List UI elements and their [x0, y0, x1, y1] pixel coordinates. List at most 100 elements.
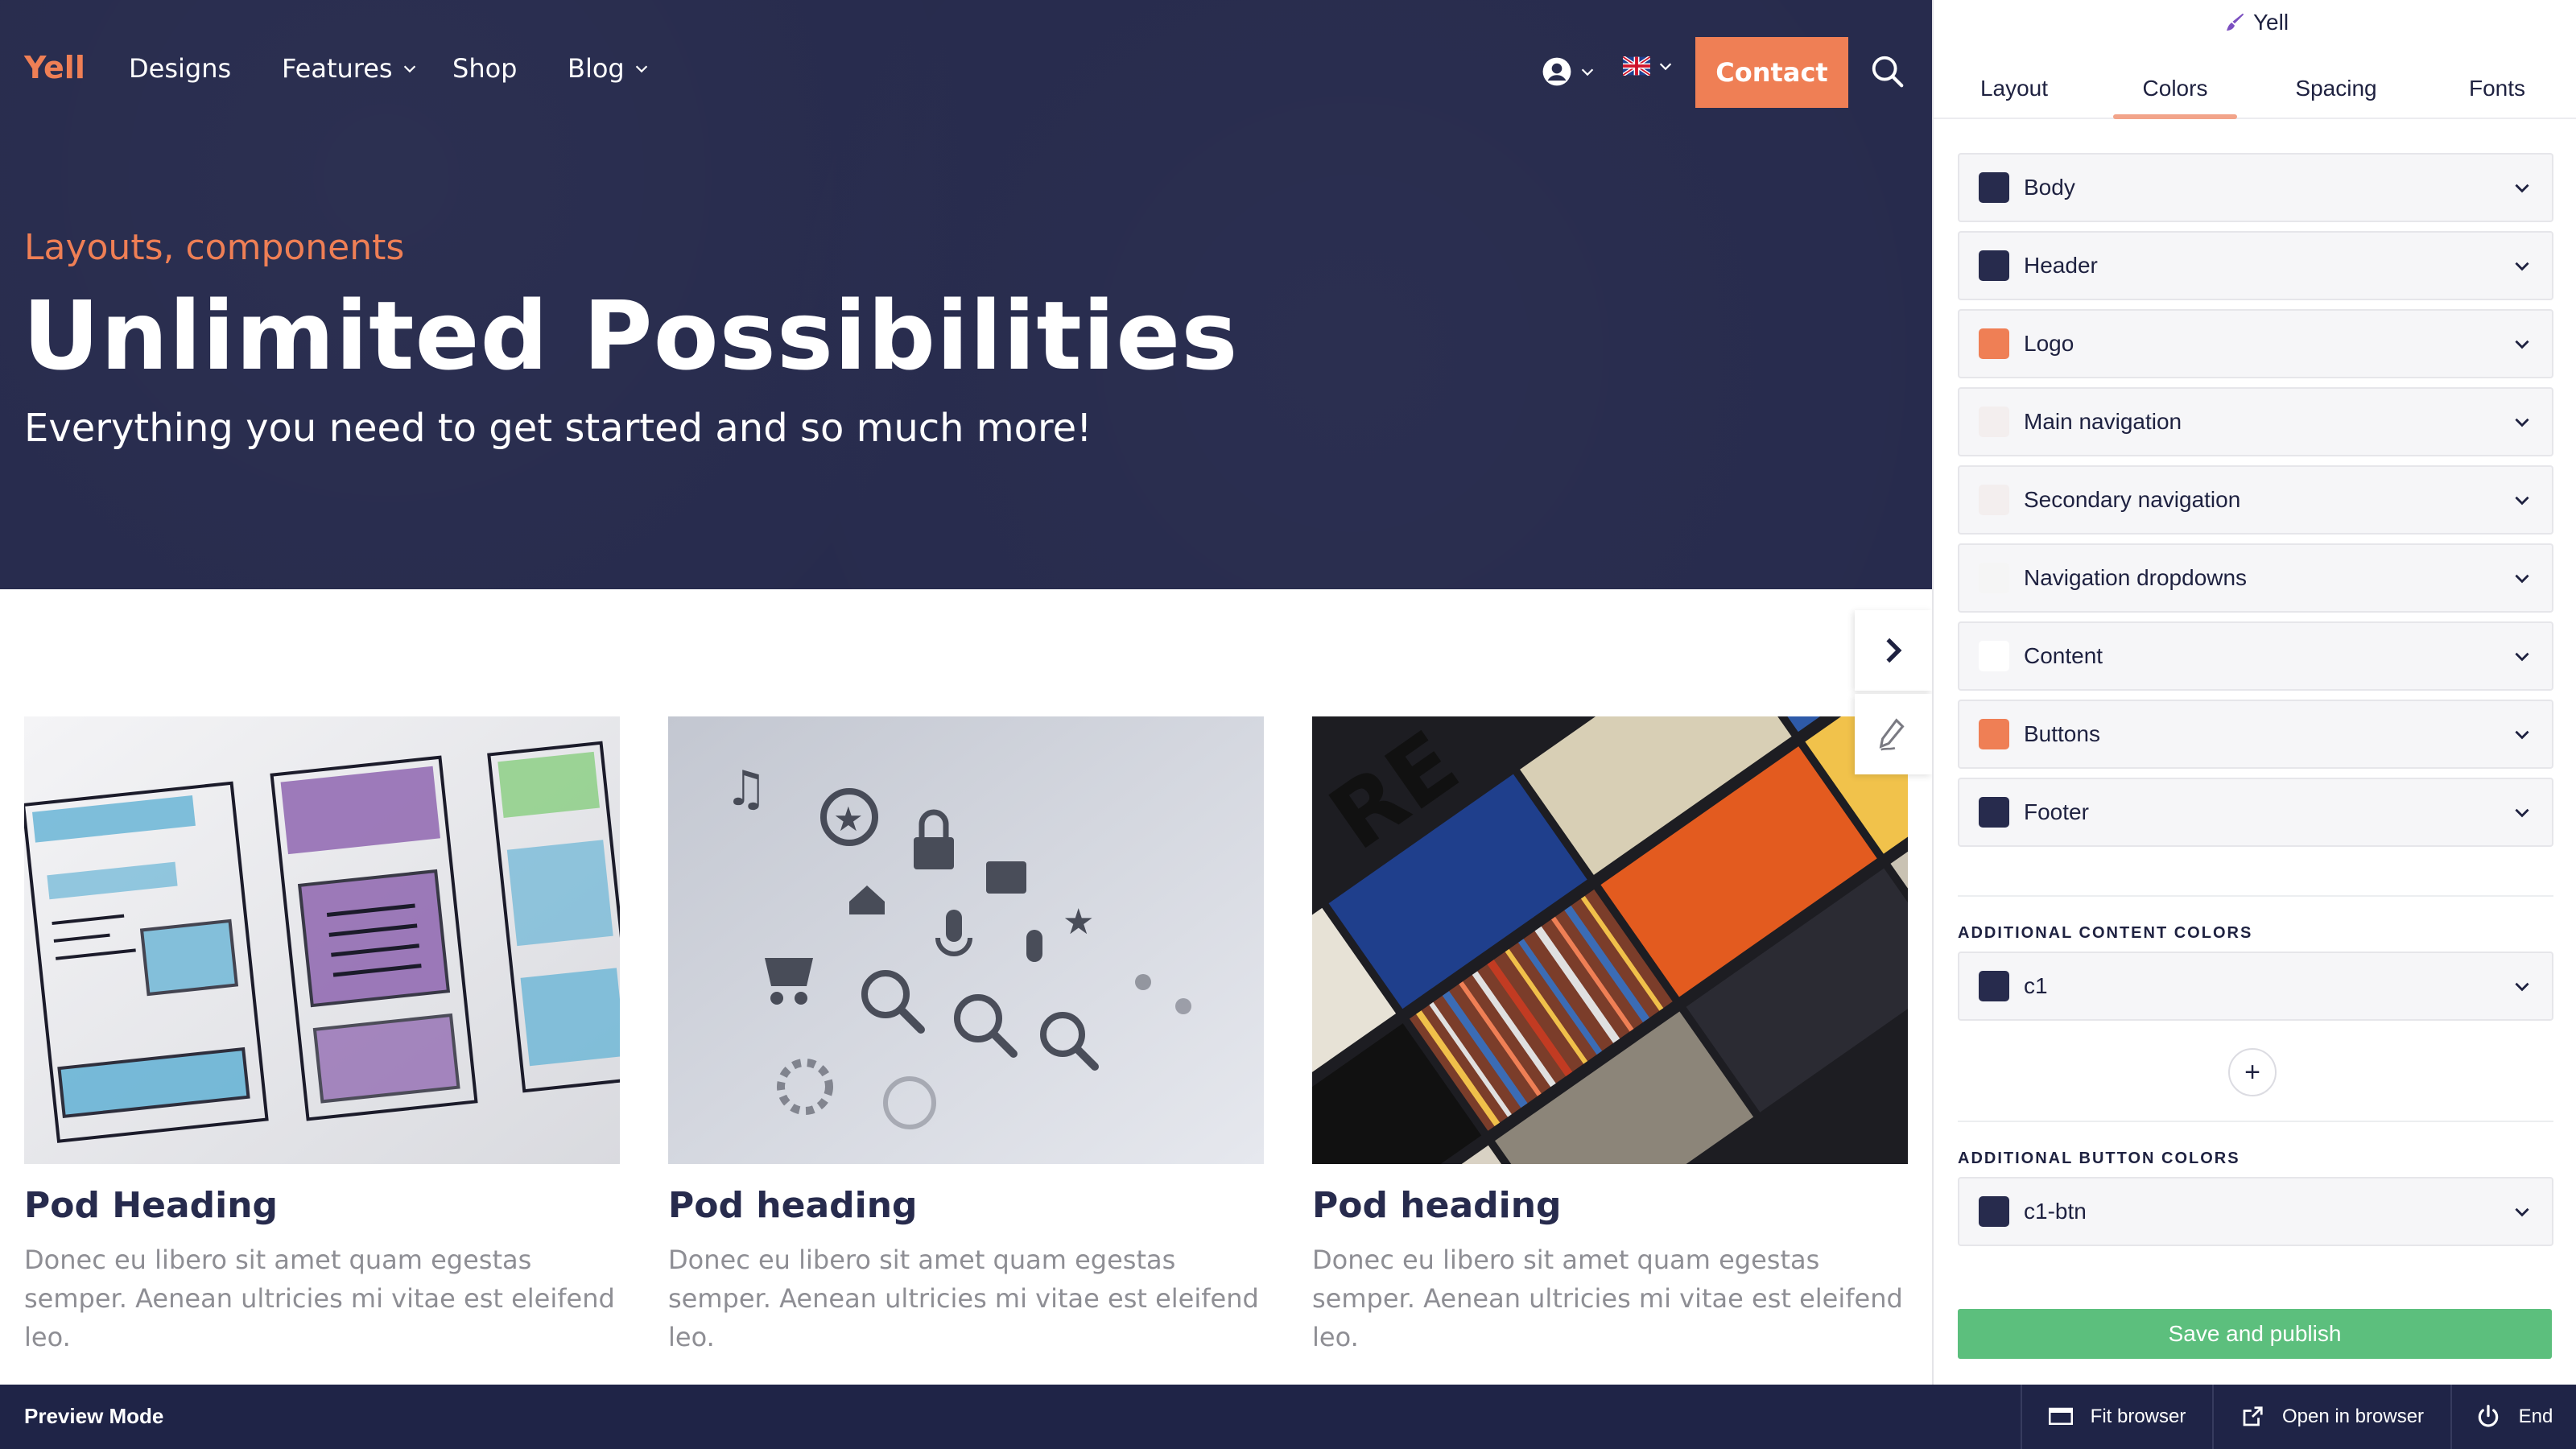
top-navigation: Yell Designs Features Shop Blog Contact [0, 0, 1932, 145]
tab-spacing[interactable]: Spacing [2256, 60, 2417, 118]
additional-button-colors-label: ADDITIONAL BUTTON COLORS [1958, 1150, 2240, 1167]
chevron-down-icon[interactable] [2512, 802, 2533, 823]
nav-designs[interactable]: Designs [129, 53, 231, 84]
paint-brush-icon [2226, 13, 2244, 31]
color-swatch[interactable] [1979, 971, 2009, 1001]
website-preview: Yell Designs Features Shop Blog Contact … [0, 0, 1932, 1385]
color-row-label: Body [2024, 175, 2075, 200]
color-row-label: Footer [2024, 799, 2089, 824]
end-label: End [2518, 1406, 2553, 1427]
add-content-color-button[interactable]: + [2228, 1048, 2277, 1096]
color-row-label: Logo [2024, 331, 2074, 356]
color-swatch[interactable] [1979, 485, 2009, 515]
bottom-toolbar: Preview Mode Fit browser Open in browser… [0, 1385, 2576, 1449]
chevron-down-icon[interactable] [2512, 568, 2533, 588]
color-swatch[interactable] [1979, 719, 2009, 749]
chevron-down-icon[interactable] [2512, 255, 2533, 276]
chevron-down-icon [403, 65, 415, 73]
color-row-label: Buttons [2024, 721, 2100, 746]
language-menu[interactable] [1623, 56, 1674, 76]
color-swatch[interactable] [1979, 407, 2009, 437]
hero-title: Unlimited Possibilities [23, 280, 1239, 391]
pod-text: Donec eu libero sit amet quam egestas se… [24, 1245, 615, 1352]
additional-content-colors-label: ADDITIONAL CONTENT COLORS [1958, 924, 2253, 942]
nav-features-label: Features [282, 53, 393, 84]
pod-image-wireframe-sketch [24, 716, 620, 1164]
color-swatch[interactable] [1979, 641, 2009, 671]
edit-mode-button[interactable] [1855, 694, 1932, 774]
color-row-main-navigation[interactable]: Main navigation [1958, 387, 2553, 456]
site-logo[interactable]: Yell [24, 50, 85, 85]
color-row-c1-btn[interactable]: c1-btn [1958, 1177, 2553, 1246]
account-menu[interactable] [1542, 56, 1596, 87]
chevron-down-icon [635, 65, 647, 73]
color-swatch[interactable] [1979, 797, 2009, 828]
pod-heading: Pod Heading [24, 1185, 279, 1226]
nav-designs-label: Designs [129, 53, 232, 84]
tab-layout[interactable]: Layout [1934, 60, 2095, 118]
tab-fonts[interactable]: Fonts [2417, 60, 2576, 118]
pod-card: RE Pod heading Donec eu libero sit amet … [1312, 716, 1908, 1356]
chevron-down-icon[interactable] [2512, 646, 2533, 667]
svg-text:★: ★ [833, 799, 864, 839]
svg-text:★: ★ [1063, 902, 1094, 943]
color-swatch[interactable] [1979, 1196, 2009, 1227]
color-row-label: c1-btn [2024, 1199, 2087, 1224]
chevron-down-icon[interactable] [2512, 411, 2533, 432]
chevron-down-icon [1659, 63, 1672, 71]
color-row-logo[interactable]: Logo [1958, 309, 2553, 378]
color-row-c1[interactable]: c1 [1958, 952, 2553, 1021]
color-swatch[interactable] [1979, 563, 2009, 593]
color-row-label: c1 [2024, 973, 2048, 998]
nav-blog-label: Blog [568, 53, 625, 84]
pencil-icon [1879, 718, 1905, 751]
color-row-buttons[interactable]: Buttons [1958, 700, 2553, 769]
nav-features[interactable]: Features [282, 53, 419, 84]
color-swatch[interactable] [1979, 172, 2009, 203]
open-in-browser-label: Open in browser [2281, 1406, 2425, 1427]
chevron-down-icon[interactable] [2512, 489, 2533, 510]
color-swatch[interactable] [1979, 250, 2009, 281]
chevron-down-icon[interactable] [2512, 333, 2533, 354]
chevron-down-icon[interactable] [2512, 724, 2533, 745]
tab-colors[interactable]: Colors [2095, 60, 2256, 118]
color-row-header[interactable]: Header [1958, 231, 2553, 300]
user-circle-icon [1542, 57, 1571, 86]
color-row-navigation-dropdowns[interactable]: Navigation dropdowns [1958, 543, 2553, 613]
pod-image-icon-grid: ♫ ★ ★ [668, 716, 1264, 1164]
color-list: Body Header Logo Main navigation Secondary n… [1958, 153, 2553, 856]
nav-shop[interactable]: Shop [452, 53, 517, 84]
chevron-right-icon [1886, 638, 1902, 663]
pod-image-abstract-art: RE [1312, 716, 1908, 1164]
additional-content-color-list: c1 [1958, 952, 2553, 1030]
nav-blog[interactable]: Blog [568, 53, 650, 84]
chevron-down-icon[interactable] [2512, 1201, 2533, 1222]
end-button[interactable]: End [2450, 1385, 2576, 1449]
contact-button[interactable]: Contact [1695, 37, 1848, 108]
svg-text:♫: ♫ [724, 761, 768, 817]
fit-browser-button[interactable]: Fit browser [2021, 1385, 2212, 1449]
preview-mode-label: Preview Mode [24, 1404, 164, 1428]
panel-title-label: Yell [2252, 10, 2289, 35]
color-row-label: Main navigation [2024, 409, 2182, 434]
color-row-label: Secondary navigation [2024, 487, 2241, 512]
save-and-publish-button[interactable]: Save and publish [1958, 1309, 2552, 1359]
panel-title: Yell [1934, 10, 2576, 35]
chevron-down-icon[interactable] [2512, 177, 2533, 198]
search-icon[interactable] [1869, 53, 1906, 90]
pod-text: Donec eu libero sit amet quam egestas se… [668, 1245, 1259, 1352]
collapse-panel-button[interactable] [1855, 610, 1932, 691]
chevron-down-icon[interactable] [2512, 976, 2533, 997]
monitor-icon [2048, 1407, 2073, 1425]
color-swatch[interactable] [1979, 328, 2009, 359]
open-in-browser-button[interactable]: Open in browser [2212, 1385, 2450, 1449]
additional-button-color-list: c1-btn [1958, 1177, 2553, 1255]
color-row-body[interactable]: Body [1958, 153, 2553, 222]
color-row-label: Navigation dropdowns [2024, 565, 2248, 590]
uk-flag-icon [1623, 56, 1650, 76]
color-row-footer[interactable]: Footer [1958, 778, 2553, 847]
divider [1958, 895, 2553, 897]
color-row-content[interactable]: Content [1958, 621, 2553, 691]
color-row-secondary-navigation[interactable]: Secondary navigation [1958, 465, 2553, 535]
color-row-label: Header [2024, 253, 2098, 278]
